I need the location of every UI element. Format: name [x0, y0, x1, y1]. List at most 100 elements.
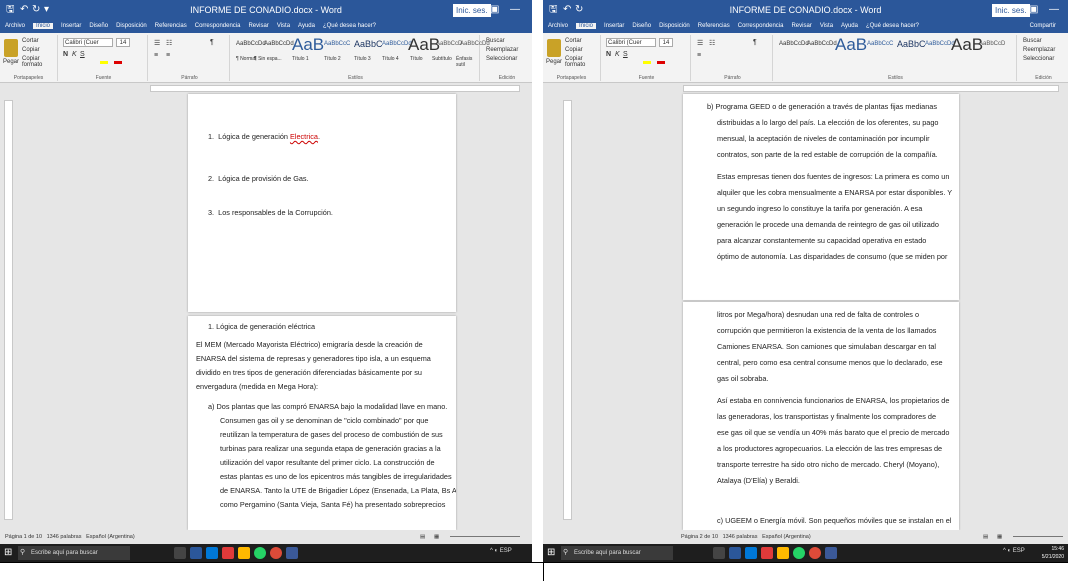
find-button[interactable]: Buscar: [1023, 38, 1042, 44]
chrome-icon[interactable]: [270, 547, 282, 559]
tab-disposicion[interactable]: Disposición: [116, 23, 147, 29]
document-page-1[interactable]: 1. Lógica de generación Electrica. 2. Ló…: [188, 94, 456, 312]
taskbar-search-box[interactable]: Escribe aquí para buscar: [561, 546, 673, 560]
sign-in-button[interactable]: Inic. ses.: [991, 3, 1031, 18]
paste-button[interactable]: Pegar: [546, 59, 562, 65]
tab-revisar[interactable]: Revisar: [791, 23, 811, 29]
select-button[interactable]: Seleccionar: [1023, 56, 1054, 62]
pdf-icon[interactable]: [222, 547, 234, 559]
taskbar-search-box[interactable]: Escribe aquí para buscar: [18, 546, 130, 560]
font-size-box[interactable]: 14: [116, 38, 130, 47]
bullets-icon[interactable]: ☰: [154, 39, 160, 47]
tab-correspondencia[interactable]: Correspondencia: [738, 23, 784, 29]
read-mode-icon[interactable]: ▤: [983, 530, 988, 544]
style-no-spacing[interactable]: AaBbCcDd: [807, 41, 837, 47]
word-taskbar-icon[interactable]: [729, 547, 741, 559]
cut-button[interactable]: Cortar: [565, 38, 582, 44]
chrome-icon[interactable]: [809, 547, 821, 559]
word-count[interactable]: 1346 palabras: [723, 534, 758, 540]
pdf-icon[interactable]: [761, 547, 773, 559]
ribbon-display-icon[interactable]: ▣: [490, 2, 499, 17]
tab-revisar[interactable]: Revisar: [248, 23, 268, 29]
tab-archivo[interactable]: Archivo: [5, 23, 25, 29]
minimize-icon[interactable]: —: [510, 2, 520, 17]
zoom-slider[interactable]: [450, 536, 520, 537]
copy-button[interactable]: Copiar: [565, 47, 583, 53]
select-button[interactable]: Seleccionar: [486, 56, 517, 62]
tab-diseno[interactable]: Diseño: [89, 23, 108, 29]
format-painter-button[interactable]: Copiar formato: [565, 56, 600, 68]
underline-button[interactable]: S: [623, 51, 628, 58]
italic-button[interactable]: K: [72, 51, 77, 58]
tab-inicio[interactable]: Inicio: [576, 23, 597, 29]
tell-me-box[interactable]: ¿Qué desea hacer?: [323, 23, 376, 29]
clock[interactable]: 15:46 5/21/2020: [1042, 545, 1064, 561]
numbering-icon[interactable]: ☷: [166, 39, 172, 47]
word-taskbar-icon[interactable]: [190, 547, 202, 559]
tell-me-box[interactable]: ¿Qué desea hacer?: [866, 23, 919, 29]
bold-button[interactable]: N: [606, 51, 611, 58]
windows-start-icon[interactable]: ⊞: [547, 547, 555, 558]
style-heading1[interactable]: AaB: [835, 35, 867, 55]
italic-button[interactable]: K: [615, 51, 620, 58]
font-color-icon[interactable]: [657, 61, 665, 64]
word-count[interactable]: 1346 palabras: [47, 534, 82, 540]
font-name-box[interactable]: Calibri (Cuer: [63, 38, 113, 47]
read-mode-icon[interactable]: ▤: [420, 530, 425, 544]
app-icon[interactable]: [286, 547, 298, 559]
system-tray-icons[interactable]: ^ ◐ ESP: [1003, 548, 1025, 554]
align-center-icon[interactable]: ≡: [166, 52, 170, 59]
page-count[interactable]: Página 1 de 10: [5, 534, 42, 540]
tab-insertar[interactable]: Insertar: [604, 23, 624, 29]
tab-disposicion[interactable]: Disposición: [659, 23, 690, 29]
document-page-3[interactable]: litros por Mega/hora) desnudan una red d…: [683, 302, 959, 530]
align-left-icon[interactable]: ≡: [154, 52, 158, 59]
tab-ayuda[interactable]: Ayuda: [298, 23, 315, 29]
pilcrow-icon[interactable]: ¶: [210, 39, 214, 46]
style-heading3[interactable]: AaBbC: [897, 39, 926, 49]
edge-icon[interactable]: [206, 547, 218, 559]
highlight-color-icon[interactable]: [100, 61, 108, 64]
horizontal-ruler[interactable]: [0, 84, 532, 93]
pilcrow-icon[interactable]: ¶: [753, 39, 757, 46]
tab-insertar[interactable]: Insertar: [61, 23, 81, 29]
font-size-box[interactable]: 14: [659, 38, 673, 47]
style-heading1[interactable]: AaB: [292, 35, 324, 55]
edge-icon[interactable]: [745, 547, 757, 559]
format-painter-button[interactable]: Copiar formato: [22, 56, 57, 68]
numbering-icon[interactable]: ☷: [709, 39, 715, 47]
style-subtitle[interactable]: AaBbCcD: [979, 41, 1005, 47]
bold-button[interactable]: N: [63, 51, 68, 58]
font-color-icon[interactable]: [114, 61, 122, 64]
copy-button[interactable]: Copiar: [22, 47, 40, 53]
minimize-icon[interactable]: —: [1049, 2, 1059, 17]
print-layout-icon[interactable]: ▦: [997, 530, 1002, 544]
replace-button[interactable]: Reemplazar: [486, 47, 518, 53]
style-subtitle[interactable]: AaBbCcD: [436, 41, 462, 47]
style-heading2[interactable]: AaBbCcC: [324, 41, 350, 47]
sign-in-button[interactable]: Inic. ses.: [452, 3, 492, 18]
system-tray-icons[interactable]: ^ ◐ ESP: [490, 548, 512, 554]
bullets-icon[interactable]: ☰: [697, 39, 703, 47]
paste-icon[interactable]: [547, 39, 561, 57]
find-button[interactable]: Buscar: [486, 38, 505, 44]
windows-start-icon[interactable]: ⊞: [4, 547, 12, 558]
explorer-icon[interactable]: [777, 547, 789, 559]
tab-diseno[interactable]: Diseño: [632, 23, 651, 29]
tab-vista[interactable]: Vista: [277, 23, 290, 29]
document-page-2[interactable]: 1. Lógica de generación eléctrica El MEM…: [188, 316, 456, 530]
tab-ayuda[interactable]: Ayuda: [841, 23, 858, 29]
paste-icon[interactable]: [4, 39, 18, 57]
cut-button[interactable]: Cortar: [22, 38, 39, 44]
zoom-slider[interactable]: [1013, 536, 1063, 537]
underline-button[interactable]: S: [80, 51, 85, 58]
share-button[interactable]: Compartir: [1030, 20, 1056, 33]
font-name-box[interactable]: Calibri (Cuer: [606, 38, 656, 47]
whatsapp-icon[interactable]: [793, 547, 805, 559]
style-normal[interactable]: AaBbCcDd: [236, 41, 266, 47]
explorer-icon[interactable]: [238, 547, 250, 559]
style-no-spacing[interactable]: AaBbCcDd: [264, 41, 294, 47]
tab-vista[interactable]: Vista: [820, 23, 833, 29]
replace-button[interactable]: Reemplazar: [1023, 47, 1055, 53]
horizontal-ruler[interactable]: [543, 84, 1068, 93]
